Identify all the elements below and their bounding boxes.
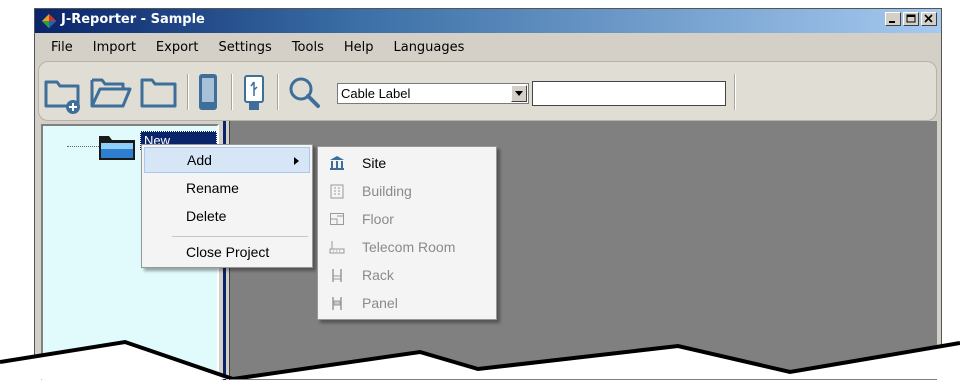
menu-item-rename-label: Rename (186, 180, 239, 196)
telecom-room-icon (329, 241, 345, 254)
project-folder-icon (99, 136, 135, 160)
submenu-item-site[interactable]: Site (320, 149, 494, 177)
submenu-rack-label: Rack (362, 267, 394, 283)
building-icon (330, 184, 344, 199)
torn-edge (0, 339, 960, 379)
dropdown-arrow-icon[interactable] (511, 85, 527, 102)
minimize-icon (889, 21, 895, 23)
menu-item-close-project-label: Close Project (186, 244, 270, 260)
submenu-item-panel[interactable]: Panel (320, 289, 494, 317)
submenu-floor-label: Floor (362, 211, 394, 227)
close-icon (924, 14, 933, 23)
submenu-item-building[interactable]: Building (320, 177, 494, 205)
submenu-site-label: Site (362, 155, 387, 171)
search-icon[interactable] (287, 75, 321, 109)
title-bar[interactable]: J-Reporter - Sample (35, 9, 941, 33)
maximize-button[interactable] (903, 12, 919, 26)
menu-bar: File Import Export Settings Tools Help L… (35, 35, 941, 59)
maximize-icon (906, 14, 916, 23)
usb-device-icon[interactable] (243, 74, 265, 112)
menu-item-add[interactable]: Add (144, 147, 310, 173)
submenu-item-rack[interactable]: Rack (320, 261, 494, 289)
menu-settings[interactable]: Settings (208, 40, 281, 55)
submenu-item-telecom-room[interactable]: Telecom Room (320, 233, 494, 261)
submenu-arrow-icon (294, 157, 299, 165)
open-folder-icon[interactable] (89, 74, 133, 112)
menu-item-rename[interactable]: Rename (144, 175, 310, 201)
submenu-item-floor[interactable]: Floor (320, 205, 494, 233)
context-menu: Add Rename Delete Close Project (141, 144, 313, 268)
new-project-icon[interactable] (43, 74, 85, 116)
site-icon (330, 156, 344, 170)
menu-import[interactable]: Import (83, 40, 146, 55)
submenu-panel-label: Panel (362, 295, 398, 311)
search-field-value: Cable Label (341, 86, 411, 101)
menu-item-add-label: Add (187, 152, 212, 168)
close-button[interactable] (921, 12, 937, 26)
window-title: J-Reporter - Sample (61, 12, 205, 27)
add-submenu: Site Building Floor Telecom Room Rack Pa… (317, 146, 497, 320)
submenu-building-label: Building (362, 183, 412, 199)
menu-item-delete-label: Delete (186, 208, 227, 224)
menu-file[interactable]: File (41, 40, 83, 55)
toolbar: Cable Label (38, 61, 937, 121)
menu-tools[interactable]: Tools (282, 40, 334, 55)
search-input[interactable] (532, 81, 726, 106)
submenu-telecom-room-label: Telecom Room (362, 239, 456, 255)
menu-help[interactable]: Help (334, 40, 384, 55)
device-icon[interactable] (197, 72, 219, 112)
search-field-select[interactable]: Cable Label (337, 83, 529, 104)
menu-separator (172, 236, 308, 237)
minimize-button[interactable] (885, 12, 901, 26)
menu-item-close-project[interactable]: Close Project (144, 239, 310, 265)
folder-icon[interactable] (139, 76, 179, 110)
panel-icon (332, 297, 342, 310)
app-icon (42, 14, 56, 28)
floor-icon (330, 213, 344, 225)
rack-icon (332, 269, 342, 282)
menu-item-delete[interactable]: Delete (144, 203, 310, 229)
menu-export[interactable]: Export (146, 40, 209, 55)
menu-languages[interactable]: Languages (383, 40, 474, 55)
